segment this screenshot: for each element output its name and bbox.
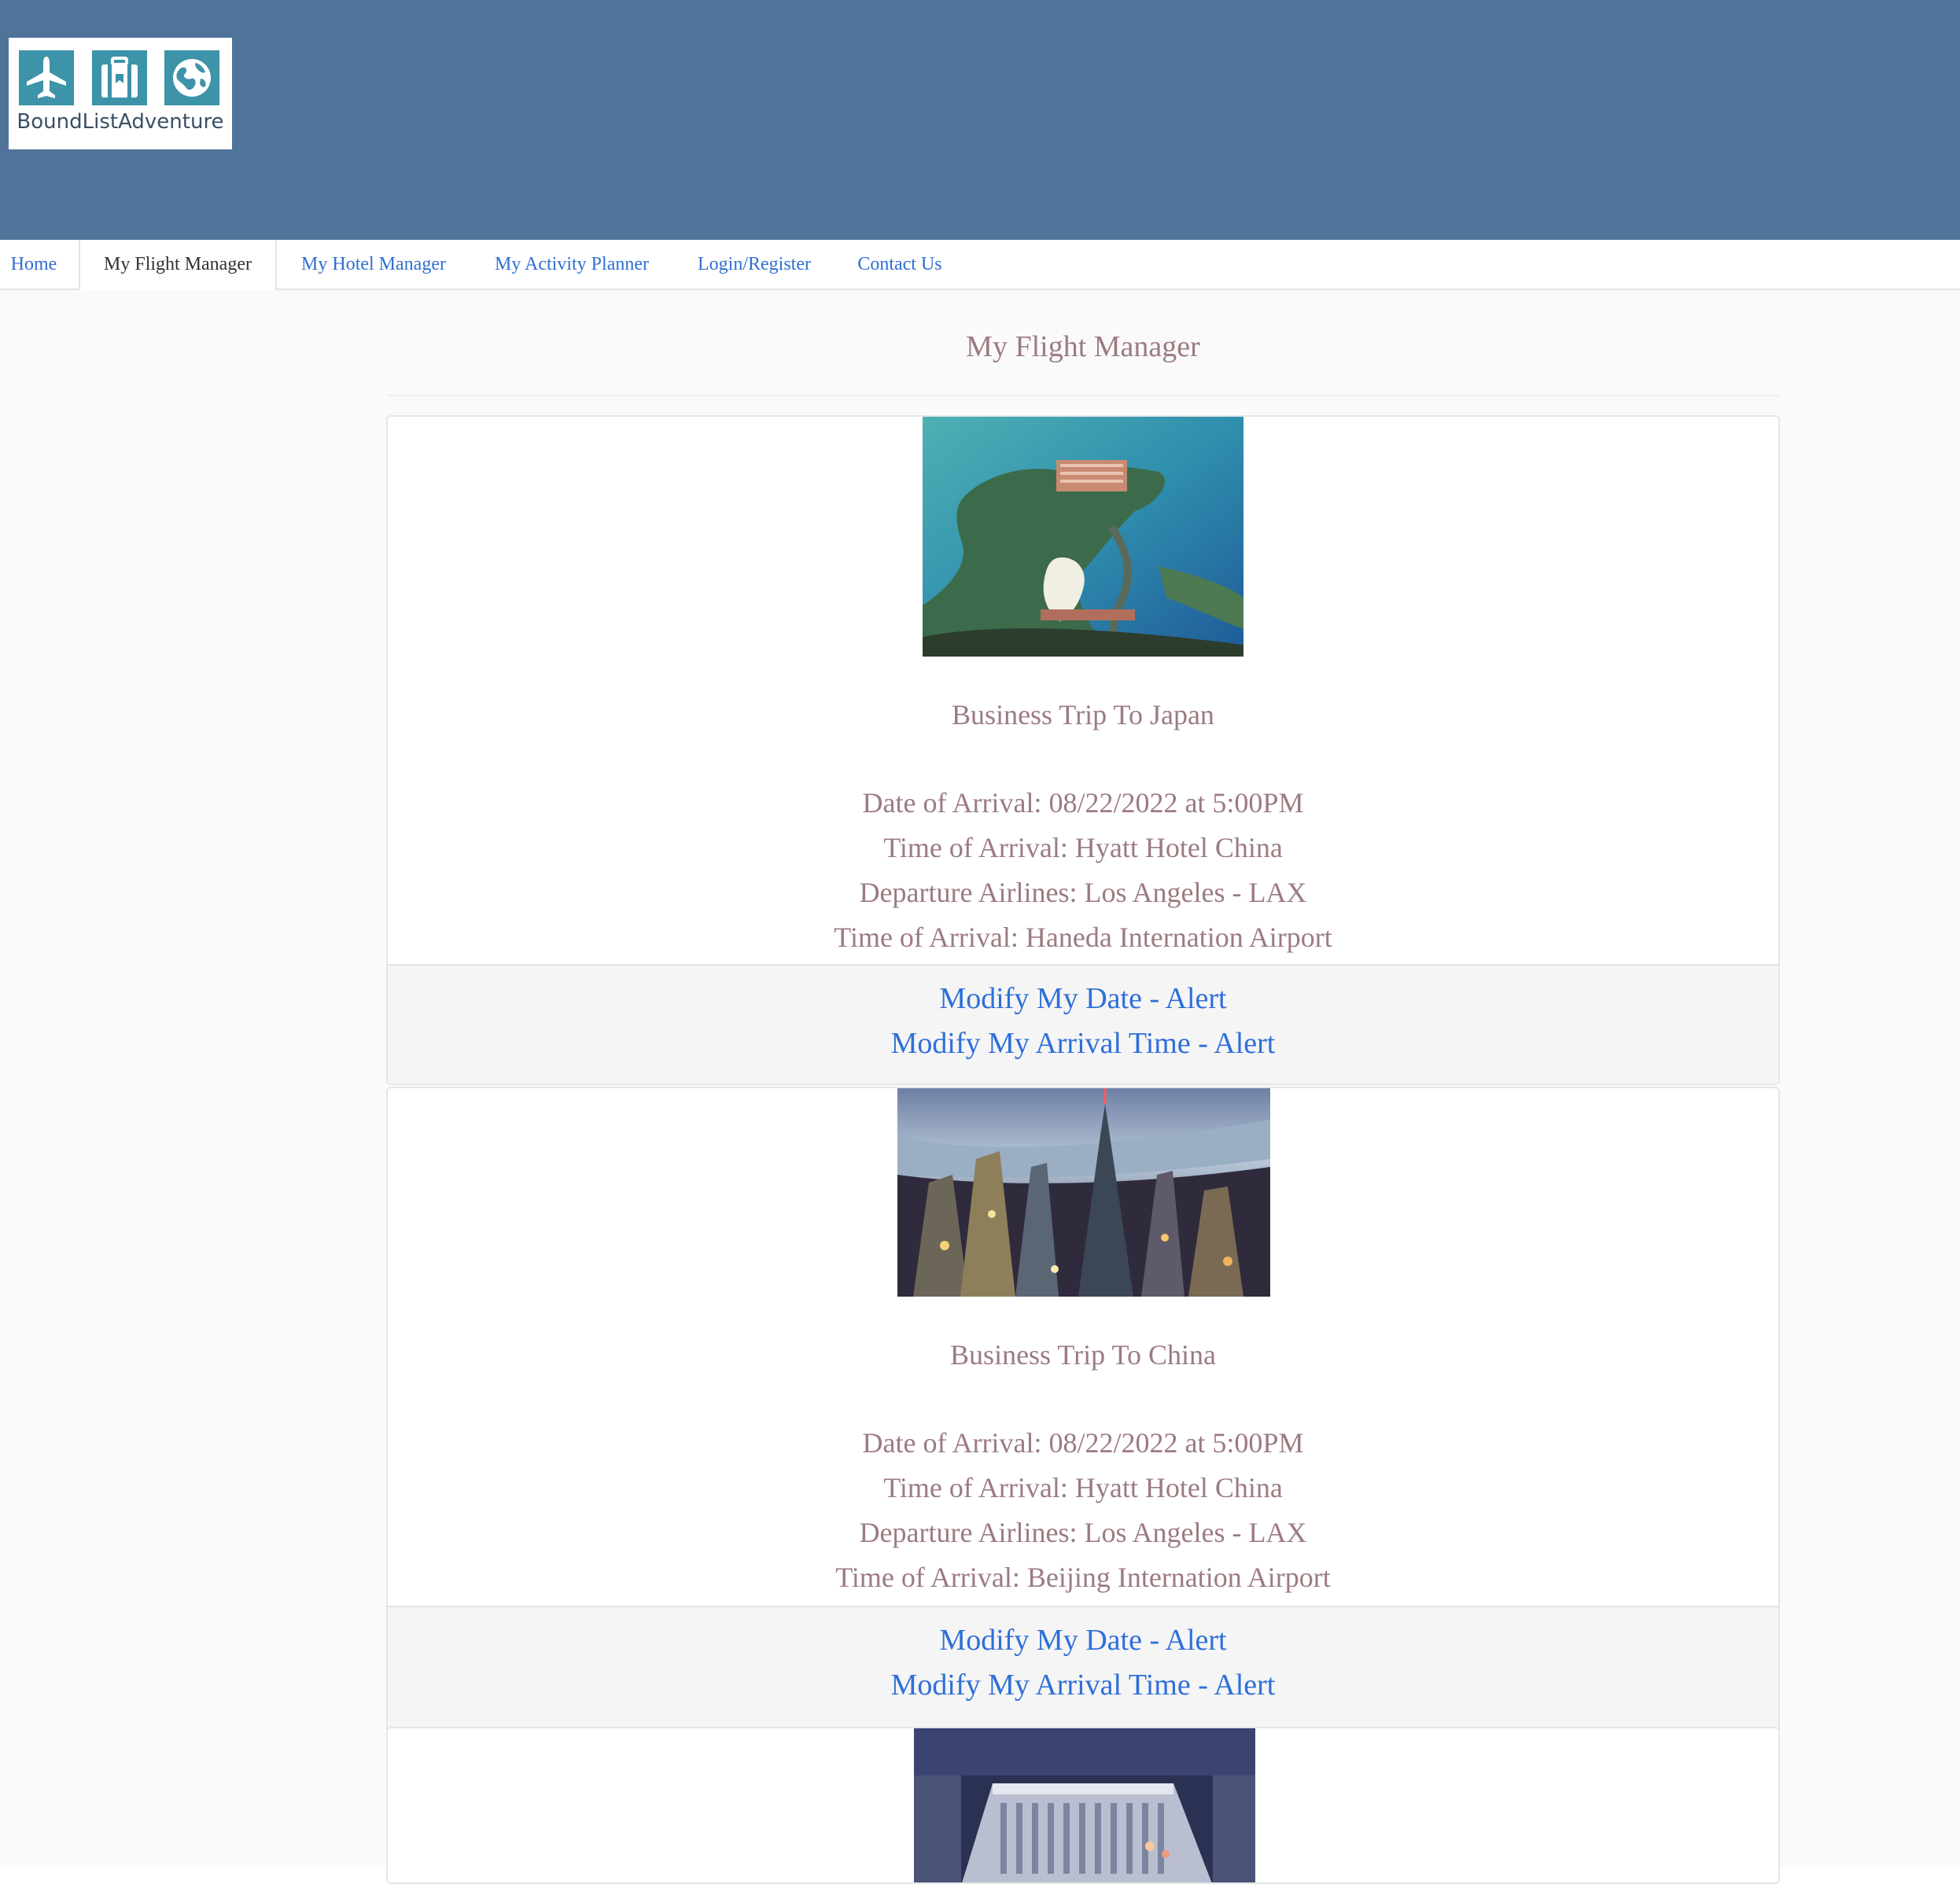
modify-arrival-time-link[interactable]: Modify My Arrival Time - Alert	[388, 1026, 1778, 1061]
site-header: BoundListAdventure	[0, 0, 1960, 240]
nav-home[interactable]: Home	[0, 240, 68, 290]
nav-login-register[interactable]: Login/Register	[687, 240, 821, 290]
globe-icon	[164, 50, 219, 105]
trip-departure-airline: Departure Airlines: Los Angeles - LAX	[859, 877, 1307, 908]
trip-title: Business Trip To China	[950, 1339, 1216, 1371]
nav-my-activity-planner[interactable]: My Activity Planner	[481, 240, 662, 290]
main-nav: Home My Flight Manager My Hotel Manager …	[0, 240, 1960, 291]
china-skyline-image	[897, 1088, 1270, 1297]
page-title: My Flight Manager	[966, 330, 1200, 363]
modify-date-link[interactable]: Modify My Date - Alert	[388, 1623, 1778, 1658]
nav-contact-us[interactable]: Contact Us	[846, 240, 953, 290]
airplane-icon	[19, 50, 74, 105]
trip-arrival-date: Date of Arrival: 08/22/2022 at 5:00PM	[862, 1427, 1304, 1459]
site-logo[interactable]: BoundListAdventure	[9, 38, 232, 149]
trip-hotel: Time of Arrival: Hyatt Hotel China	[883, 1472, 1283, 1503]
trip-card-japan: Business Trip To Japan Date of Arrival: …	[386, 415, 1780, 1085]
japan-resort-image	[923, 417, 1243, 657]
trip-card-china: Business Trip To China Date of Arrival: …	[386, 1087, 1780, 1757]
main-content: My Flight Manager Business Trip To Japan…	[0, 290, 1960, 1884]
trip-arrival-airport: Time of Arrival: Haneda Internation Airp…	[834, 922, 1332, 953]
trip-departure-airline: Departure Airlines: Los Angeles - LAX	[859, 1517, 1307, 1548]
modify-arrival-time-link[interactable]: Modify My Arrival Time - Alert	[388, 1668, 1778, 1702]
nav-my-hotel-manager[interactable]: My Hotel Manager	[285, 240, 462, 290]
city-building-image	[914, 1728, 1255, 1882]
trip-card-third	[386, 1727, 1780, 1884]
logo-text: BoundListAdventure	[17, 110, 224, 134]
trip-arrival-date: Date of Arrival: 08/22/2022 at 5:00PM	[862, 787, 1304, 819]
luggage-icon	[92, 50, 147, 105]
trip-title: Business Trip To Japan	[952, 699, 1214, 730]
nav-my-flight-manager[interactable]: My Flight Manager	[79, 240, 277, 291]
trip-card-footer: Modify My Date - Alert Modify My Arrival…	[388, 1606, 1778, 1727]
trip-arrival-airport: Time of Arrival: Beijing Internation Air…	[835, 1562, 1331, 1593]
trip-card-footer: Modify My Date - Alert Modify My Arrival…	[388, 964, 1778, 1084]
trip-hotel: Time of Arrival: Hyatt Hotel China	[883, 832, 1283, 863]
title-divider	[386, 395, 1780, 396]
modify-date-link[interactable]: Modify My Date - Alert	[388, 981, 1778, 1016]
